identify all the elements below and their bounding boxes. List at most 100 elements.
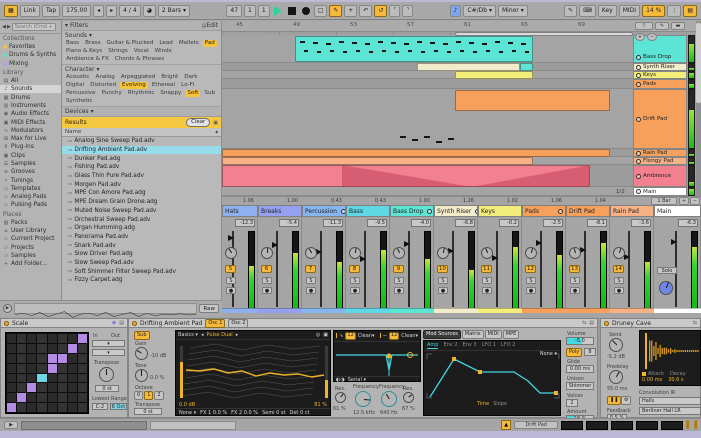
chain-play-button[interactable]: ▶ [4, 421, 18, 429]
scale-grid-cell[interactable] [67, 393, 77, 403]
scale-grid-cell[interactable] [7, 373, 17, 383]
mixer-track-tab-bass-drop[interactable]: Bass Drop [390, 205, 434, 217]
sub-transpose-value[interactable]: 0 st [134, 408, 162, 415]
wavetable-gain-value[interactable]: 0.0 dB [179, 402, 195, 408]
scale-grid-cell[interactable] [67, 403, 77, 412]
clip-synth-riser[interactable] [417, 63, 520, 71]
results-view-icon[interactable]: ▣ [213, 120, 218, 126]
sidebar-item-max-for-live[interactable]: ⊞ Max for Live [0, 135, 61, 143]
volume-value-field[interactable]: -8.1 [587, 219, 607, 227]
scale-grid-cell[interactable] [27, 334, 37, 343]
scale-grid-cell[interactable] [7, 353, 17, 363]
filter2-type-menu[interactable]: Clean▾ [401, 333, 418, 339]
filter1-freq-knob[interactable] [355, 391, 371, 407]
wavetable-category-menu[interactable]: Basics ▾ [178, 332, 198, 338]
scale-grid-cell[interactable] [27, 383, 37, 393]
scale-range-value[interactable]: 6 Oct [110, 403, 127, 410]
scale-grid-cell[interactable] [57, 373, 67, 383]
result-item[interactable]: ▭ Glass Thin Pure Pad.adv [62, 172, 221, 181]
track-activator-button[interactable]: 13 [569, 265, 580, 273]
wavetable-display[interactable]: Basics ▾ ◂ Pulse Dual ▸ ◎ ▣ 0.0 dB 81 % … [175, 330, 331, 416]
env-tab-lfo-[interactable]: LFO 2 [501, 342, 515, 349]
filter1-slope-button[interactable]: 12 [345, 332, 356, 340]
scale-grid-cell[interactable] [7, 334, 17, 343]
tempo-field[interactable]: 175.00 [62, 4, 92, 17]
scale-awareness-icon[interactable]: ♪ [449, 4, 462, 17]
result-item[interactable]: ▭ MPE Con Amore Pad.adg [62, 189, 221, 198]
poly-voices-menu[interactable]: 8 [584, 348, 596, 356]
scale-grid-cell[interactable] [37, 383, 47, 393]
mod-tab-matrix[interactable]: Matrix [461, 330, 484, 339]
track-activator-icon[interactable] [636, 64, 641, 70]
volume-value-field[interactable]: -11.3 [323, 219, 343, 227]
arm-button[interactable]: ● [482, 287, 492, 294]
reverb-device-header[interactable]: Druney Cave ⇆ [600, 318, 701, 328]
character-tag-digital[interactable]: Digital [64, 82, 86, 89]
zoom-in-button[interactable]: + [635, 33, 645, 41]
mixer-track-tab-bass[interactable]: Bass [346, 205, 390, 217]
device-thumbnail[interactable] [661, 420, 684, 430]
wavetable-next-button[interactable]: ▸ [236, 332, 239, 338]
volume-fader-handle[interactable] [492, 255, 498, 261]
scale-grid-cell[interactable] [77, 343, 87, 353]
volume-fader[interactable] [584, 231, 586, 307]
track-activator-button[interactable]: 11 [481, 265, 492, 273]
track-activator-button[interactable]: 6 [261, 265, 272, 273]
record-button[interactable] [301, 6, 310, 15]
pan-knob[interactable] [481, 247, 493, 259]
scale-transpose-value[interactable]: 0 st [95, 385, 119, 392]
wavetable-position-value[interactable]: 81 % [314, 402, 327, 408]
cpu-meter[interactable]: 14 % [642, 4, 666, 17]
track-activator-button[interactable]: 9 [393, 265, 404, 273]
sidebar-item-plug-ins[interactable]: ⌷ Plug-ins [0, 143, 61, 151]
track-activator-icon[interactable] [636, 189, 641, 194]
volume-fader-handle[interactable] [624, 254, 630, 260]
filter1-res-knob[interactable] [335, 392, 346, 403]
solo-button[interactable]: S [306, 277, 316, 284]
track-activator-icon[interactable] [636, 55, 641, 60]
mixer-track-tab-breaks[interactable]: Breaks [258, 205, 302, 217]
scale-grid-cell[interactable] [47, 343, 57, 353]
sound-tag-lead[interactable]: Lead [157, 40, 174, 47]
reverb-predelay-knob[interactable] [609, 370, 623, 384]
scale-mode-menu[interactable]: Minor ▾ [497, 4, 528, 17]
volume-fader[interactable] [320, 231, 322, 307]
track-header-drift-pad[interactable]: Drift Pad [633, 89, 687, 149]
arm-button[interactable]: ● [262, 287, 272, 294]
volume-fader-handle[interactable] [228, 235, 234, 241]
scale-grid-cell[interactable] [27, 353, 37, 363]
adsr-param[interactable]: S -6.0 dB [497, 407, 520, 418]
mod-display[interactable]: Amp Env 2 Env 3 LFO 1 LFO 2 None ▾ Time Slop… [423, 340, 561, 416]
volume-value-field[interactable]: -4.0 [411, 219, 431, 227]
filter1-res-value[interactable]: 61 % [333, 406, 346, 412]
sound-tag-vocal[interactable]: Vocal [132, 48, 151, 55]
reverb-flat-button[interactable]: ⚙ [621, 396, 632, 405]
wavetable-prev-button[interactable]: ◂ [201, 332, 204, 338]
reverb-attack-value[interactable]: 0.00 ms [642, 377, 662, 383]
sidebar-item-midi-effects[interactable]: ▣ MIDI Effects [0, 118, 61, 126]
scale-transpose-knob[interactable] [99, 367, 114, 382]
scale-grid-cell[interactable] [17, 373, 27, 383]
wavetable-expand-icon[interactable]: ▣ [323, 332, 328, 338]
volume-fader-handle[interactable] [360, 256, 366, 262]
character-tag-acoustic[interactable]: Acoustic [64, 74, 92, 81]
sound-tag-strings[interactable]: Strings [106, 48, 130, 55]
attack-node[interactable] [642, 372, 646, 376]
computer-midi-keyboard-button[interactable]: ⌨ [579, 4, 596, 17]
scale-grid-cell[interactable] [17, 403, 27, 412]
volume-value-field[interactable]: -12.3 [235, 219, 255, 227]
scale-in-selector[interactable]: ▾ [92, 340, 125, 347]
scale-grid-cell[interactable] [57, 403, 67, 412]
cue-volume-knob[interactable] [659, 281, 673, 295]
track-header-synth-riser[interactable]: Synth Riser [633, 63, 687, 71]
wavetable-fx-mode-menu[interactable]: None ▾ [179, 410, 196, 416]
character-tag-ethereal[interactable]: Ethereal [150, 82, 177, 89]
devices-group-label[interactable]: Devices ▾ [65, 108, 94, 115]
sound-tag-chords-phrases[interactable]: Chords & Phrases [113, 56, 166, 63]
overdub-button[interactable]: □ [313, 4, 328, 17]
result-item[interactable]: ▭ Fishing Pad.adv [62, 163, 221, 172]
arm-button[interactable]: ● [350, 287, 360, 294]
filters-collapse-icon[interactable]: ▾ [65, 22, 68, 29]
reverb-send-value[interactable]: -5.2 dB [607, 354, 625, 360]
scale-grid-cell[interactable] [7, 343, 17, 353]
